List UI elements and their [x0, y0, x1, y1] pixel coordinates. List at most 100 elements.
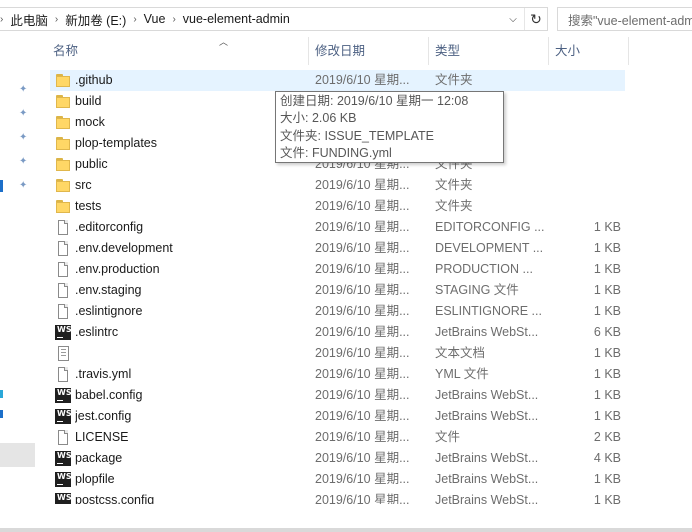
- file-name: .env.development: [75, 241, 173, 255]
- file-type: JetBrains WebSt...: [435, 325, 539, 339]
- file-size: 4 KB: [593, 451, 621, 465]
- breadcrumb-vue[interactable]: Vue: [141, 12, 169, 26]
- file-row[interactable]: .env.development 2019/6/10 星期... DEVELOPME…: [46, 238, 692, 259]
- file-type: ESLINTIGNORE ...: [435, 304, 542, 318]
- nav-item-selected[interactable]: [0, 443, 35, 467]
- refresh-icon[interactable]: ↻: [524, 8, 547, 30]
- file-size: 1 KB: [593, 304, 621, 318]
- file-row[interactable]: WS package 2019/6/10 星期... JetBrains WebSt.…: [46, 448, 692, 469]
- file-date: 2019/6/10 星期...: [315, 325, 410, 339]
- file-name: babel.config: [75, 388, 143, 402]
- file-row[interactable]: tests 2019/6/10 星期... 文件夹: [46, 196, 692, 217]
- file-name: .editorconfig: [75, 220, 144, 234]
- file-size: 1 KB: [593, 220, 621, 234]
- navigation-pane[interactable]: ✦ ✦ ✦ ✦ ✦: [0, 37, 35, 532]
- address-bar[interactable]: › 此电脑 › 新加卷 (E:) › Vue › vue-element-adm…: [0, 7, 548, 31]
- text-document-icon: [58, 346, 69, 361]
- file-name: .eslintignore: [75, 304, 143, 318]
- file-type: 文件夹: [435, 199, 473, 213]
- file-date: 2019/6/10 星期...: [315, 304, 410, 318]
- file-row[interactable]: .editorconfig 2019/6/10 星期... EDITORCONFIG…: [46, 217, 692, 238]
- file-size: [555, 70, 621, 91]
- file-date: 2019/6/10 星期...: [315, 367, 410, 381]
- file-date: 2019/6/10 星期...: [315, 73, 410, 87]
- file-row[interactable]: WS .eslintrc 2019/6/10 星期... JetBrains WebS…: [46, 322, 692, 343]
- webstorm-icon: WS: [55, 409, 72, 424]
- file-size: 1 KB: [593, 388, 621, 402]
- file-size: [555, 196, 621, 217]
- file-date: 2019/6/10 星期...: [315, 199, 410, 213]
- file-size: 1 KB: [593, 493, 621, 504]
- file-name: .github: [75, 73, 113, 87]
- folder-tooltip: 创建日期: 2019/6/10 星期一 12:08 大小: 2.06 KB 文件…: [275, 91, 504, 163]
- file-row[interactable]: .travis.yml 2019/6/10 星期... YML 文件 1 KB: [46, 364, 692, 385]
- file-type: JetBrains WebSt...: [435, 493, 539, 504]
- file-name: plopfile: [75, 472, 115, 486]
- file-type: YML 文件: [435, 367, 489, 381]
- file-date: 2019/6/10 星期...: [315, 262, 410, 276]
- file-size: 1 KB: [593, 241, 621, 255]
- tooltip-files: 文件: FUNDING.yml: [280, 145, 392, 160]
- file-date: 2019/6/10 星期...: [315, 178, 410, 192]
- file-row[interactable]: WS jest.config 2019/6/10 星期... JetBrains We…: [46, 406, 692, 427]
- tooltip-created: 创建日期: 2019/6/10 星期一 12:08: [280, 94, 469, 108]
- breadcrumb: › 此电脑 › 新加卷 (E:) › Vue › vue-element-adm…: [0, 8, 293, 30]
- file-row[interactable]: LICENSE 2019/6/10 星期... 文件 2 KB: [46, 427, 692, 448]
- file-icon: [55, 262, 71, 277]
- file-type: JetBrains WebSt...: [435, 472, 539, 486]
- file-row[interactable]: WS postcss.config 2019/6/10 星期... JetBrains…: [46, 490, 692, 504]
- chevron-right-icon[interactable]: ›: [129, 14, 140, 25]
- file-date: 2019/6/10 星期...: [315, 451, 410, 465]
- file-type: DEVELOPMENT ...: [435, 241, 544, 255]
- file-type: 文本文档: [435, 346, 486, 360]
- file-icon: [55, 220, 71, 235]
- file-size: 1 KB: [593, 262, 621, 276]
- file-date: 2019/6/10 星期...: [315, 346, 410, 360]
- file-type: 文件: [435, 430, 461, 444]
- column-date[interactable]: 修改日期: [308, 37, 428, 65]
- file-type: JetBrains WebSt...: [435, 451, 539, 465]
- file-date: 2019/6/10 星期...: [315, 430, 410, 444]
- column-header: ︿ 名称 修改日期 类型 大小: [46, 37, 692, 65]
- breadcrumb-drive[interactable]: 新加卷 (E:): [62, 10, 129, 29]
- column-divider[interactable]: [628, 37, 629, 65]
- breadcrumb-this-pc[interactable]: 此电脑: [7, 10, 51, 29]
- webstorm-icon: WS: [55, 493, 72, 504]
- search-input[interactable]: 搜索"vue-element-admin": [557, 7, 692, 31]
- folder-icon: [55, 94, 71, 109]
- file-row[interactable]: src 2019/6/10 星期... 文件夹: [46, 175, 692, 196]
- file-name: postcss.config: [75, 493, 155, 504]
- column-size[interactable]: 大小: [548, 37, 628, 65]
- chevron-down-icon[interactable]: ⌵: [503, 8, 523, 30]
- file-row[interactable]: WS plopfile 2019/6/10 星期... JetBrains WebSt…: [46, 469, 692, 490]
- chevron-right-icon[interactable]: ›: [51, 14, 62, 25]
- file-row[interactable]: .eslintignore 2019/6/10 星期... ESLINTIGNORE…: [46, 301, 692, 322]
- file-row[interactable]: .github 2019/6/10 星期... 文件夹: [46, 70, 692, 91]
- file-size: [555, 112, 621, 133]
- breadcrumb-vue-element-admin[interactable]: vue-element-admin: [180, 12, 293, 26]
- file-row[interactable]: .env.production 2019/6/10 星期... PRODUCTION…: [46, 259, 692, 280]
- file-size: 1 KB: [593, 283, 621, 297]
- column-type[interactable]: 类型: [428, 37, 548, 65]
- file-row[interactable]: WS babel.config 2019/6/10 星期... JetBrains W…: [46, 385, 692, 406]
- chevron-right-icon[interactable]: ›: [0, 14, 7, 25]
- file-type: JetBrains WebSt...: [435, 388, 539, 402]
- file-size: 1 KB: [593, 409, 621, 423]
- file-icon: [55, 304, 71, 319]
- column-name[interactable]: 名称: [46, 37, 308, 65]
- file-icon: [55, 430, 71, 445]
- file-name: [75, 343, 305, 364]
- file-row[interactable]: 2019/6/10 星期... 文本文档 1 KB: [46, 343, 692, 364]
- folder-icon: [55, 115, 71, 130]
- file-name: jest.config: [75, 409, 132, 423]
- file-size: 2 KB: [593, 430, 621, 444]
- file-date: 2019/6/10 星期...: [315, 388, 410, 402]
- webstorm-icon: WS: [55, 451, 72, 466]
- tooltip-folders: 文件夹: ISSUE_TEMPLATE: [280, 128, 434, 143]
- file-size: 1 KB: [593, 346, 621, 360]
- pin-icon: ✦: [19, 180, 28, 191]
- chevron-right-icon[interactable]: ›: [168, 14, 179, 25]
- file-type: 文件夹: [435, 178, 473, 192]
- nav-item-marker: [0, 410, 3, 418]
- file-row[interactable]: .env.staging 2019/6/10 星期... STAGING 文件 1 K…: [46, 280, 692, 301]
